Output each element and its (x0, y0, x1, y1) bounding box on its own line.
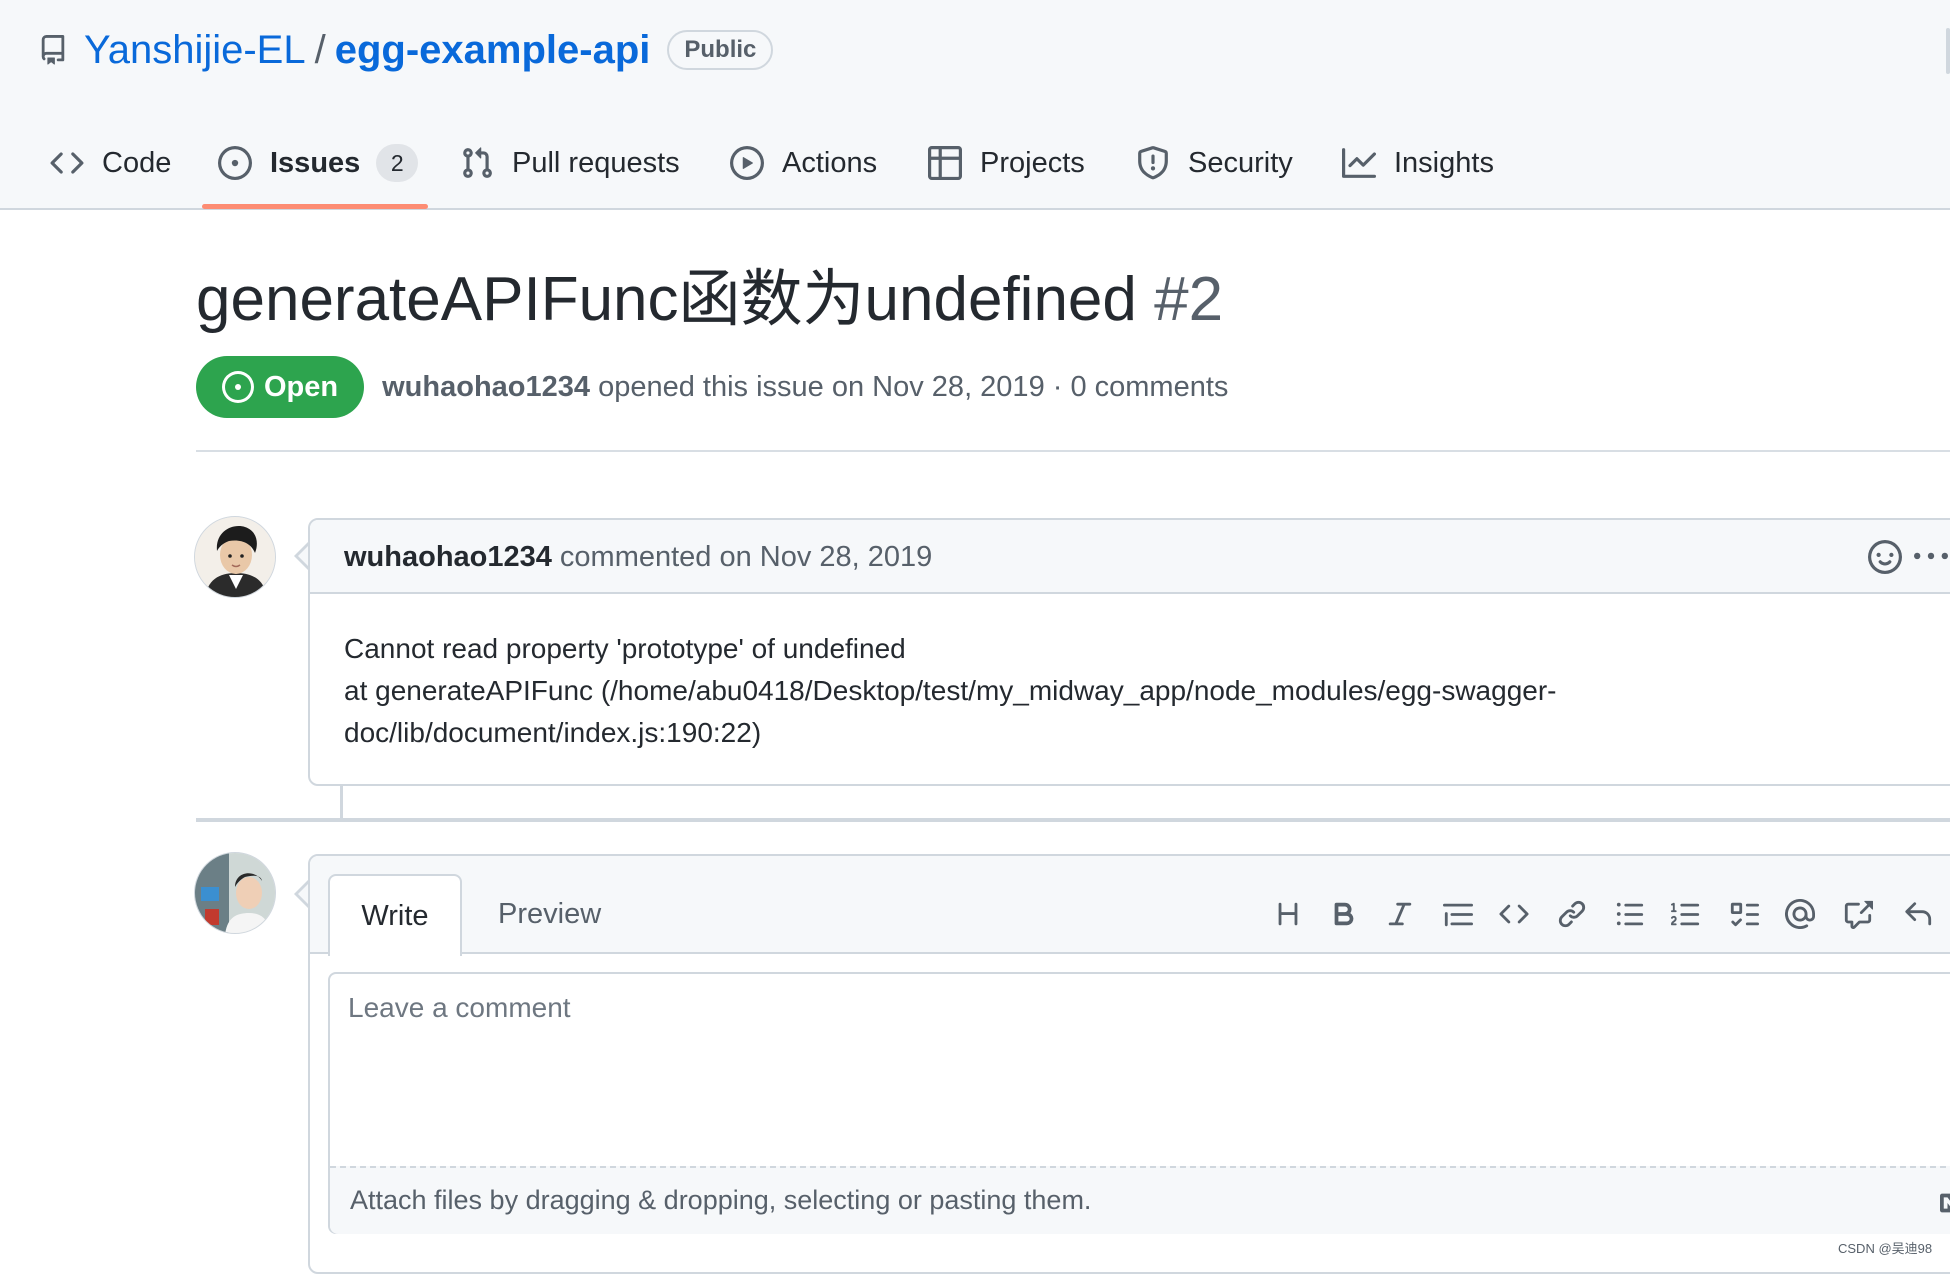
kebab-horizontal-icon[interactable] (1914, 540, 1948, 574)
reply-icon[interactable] (1900, 896, 1936, 932)
cross-reference-icon[interactable] (1840, 896, 1876, 932)
graph-icon (1342, 146, 1394, 180)
link-icon[interactable] (1554, 896, 1590, 932)
tab-insights[interactable]: Insights (1342, 132, 1494, 194)
tab-actions-label: Actions (782, 146, 878, 179)
comment-header-text: wuhaohao1234 commented on Nov 28, 2019 (344, 520, 932, 594)
tab-projects-label: Projects (980, 146, 1085, 179)
issue-title: generateAPIFunc函数为undefined #2 (196, 262, 1223, 338)
italic-icon[interactable] (1382, 896, 1418, 932)
table-icon (928, 146, 980, 180)
tab-pull-requests[interactable]: Pull requests (460, 132, 680, 194)
tab-security-label: Security (1188, 146, 1293, 179)
tab-code-label: Code (102, 146, 172, 179)
editor-header: Write Preview (310, 856, 1950, 956)
git-pull-request-icon (460, 146, 512, 180)
repo-nav-tabs: Code Issues 2 Pull requests Actions Proj… (0, 132, 1950, 210)
repo-owner-link[interactable]: Yanshijie-EL (84, 30, 306, 70)
comment-textarea[interactable] (346, 990, 1946, 1150)
comment-body: Cannot read property 'prototype' of unde… (344, 628, 1904, 754)
comment-body-line: Cannot read property 'prototype' of unde… (344, 633, 906, 664)
code-icon (50, 146, 102, 180)
tab-issues-label: Issues (270, 146, 361, 179)
issue-opened-icon (218, 146, 270, 180)
list-ordered-icon[interactable] (1668, 896, 1704, 932)
repo-name-link[interactable]: egg-example-api (335, 30, 651, 70)
quote-icon[interactable] (1440, 896, 1476, 932)
mention-icon[interactable] (1782, 896, 1818, 932)
tab-issues[interactable]: Issues 2 (218, 132, 419, 194)
active-tab-underline (202, 204, 428, 209)
issues-count-badge: 2 (376, 144, 419, 182)
code-icon[interactable] (1496, 896, 1532, 932)
comment-timestamp[interactable]: commented on Nov 28, 2019 (560, 541, 932, 574)
tab-pull-requests-label: Pull requests (512, 146, 680, 179)
repo-title-line: Yanshijie-EL / egg-example-api Public (38, 22, 774, 78)
repo-header: Yanshijie-EL / egg-example-api Public Co… (0, 0, 1950, 210)
comment-body-line: doc/lib/document/index.js:190:22) (344, 717, 762, 748)
issue-state-label: Open (264, 370, 339, 403)
attach-files-text: Attach files by dragging & dropping, sel… (350, 1184, 1092, 1215)
current-user-avatar[interactable] (194, 852, 276, 934)
file-attachment-bar[interactable]: Attach files by dragging & dropping, sel… (330, 1166, 1950, 1234)
issue-state-badge: Open (196, 356, 365, 418)
header-edge-button[interactable] (1946, 28, 1950, 74)
issue-number: #2 (1154, 265, 1224, 334)
comment-editor: Write Preview Leave a comment Attach fil… (308, 854, 1950, 1274)
title-divider (196, 450, 1950, 452)
issue-meta-suffix: opened this issue on Nov 28, 2019 · 0 co… (598, 370, 1229, 403)
shield-icon (1136, 146, 1188, 180)
issue-title-text: generateAPIFunc函数为undefined (196, 265, 1137, 334)
repo-path-separator: / (314, 28, 326, 72)
issue-meta: Open wuhaohao1234 opened this issue on N… (196, 356, 1228, 418)
tab-projects[interactable]: Projects (928, 132, 1085, 194)
timeline-end-divider (196, 818, 1950, 822)
tab-code[interactable]: Code (50, 132, 171, 194)
tab-security[interactable]: Security (1136, 132, 1293, 194)
comment-author-link[interactable]: wuhaohao1234 (344, 541, 552, 574)
list-unordered-icon[interactable] (1612, 896, 1648, 932)
timeline-line (340, 786, 343, 820)
issue-meta-text: wuhaohao1234 opened this issue on Nov 28… (382, 371, 1228, 404)
issue-opened-icon (222, 371, 264, 403)
smiley-icon[interactable] (1868, 540, 1902, 574)
visibility-badge: Public (667, 29, 774, 71)
watermark: CSDN @吴迪98 (1838, 1241, 1933, 1256)
comment-body-line: at generateAPIFunc (/home/abu0418/Deskto… (344, 675, 1557, 706)
bold-icon[interactable] (1326, 896, 1362, 932)
tab-insights-label: Insights (1394, 146, 1494, 179)
repo-icon (38, 33, 68, 67)
comment-author-avatar[interactable] (194, 516, 276, 598)
issue-author-link[interactable]: wuhaohao1234 (382, 371, 590, 403)
tasklist-icon[interactable] (1726, 896, 1762, 932)
heading-icon[interactable] (1270, 896, 1306, 932)
tab-actions[interactable]: Actions (730, 132, 877, 194)
issue-comment: wuhaohao1234 commented on Nov 28, 2019 C… (308, 518, 1950, 786)
play-icon (730, 146, 782, 180)
comment-header: wuhaohao1234 commented on Nov 28, 2019 (310, 520, 1950, 594)
markdown-toolbar (310, 874, 1950, 954)
markdown-icon[interactable] (1940, 1188, 1950, 1218)
comment-textarea-wrap: Attach files by dragging & dropping, sel… (328, 972, 1950, 1234)
